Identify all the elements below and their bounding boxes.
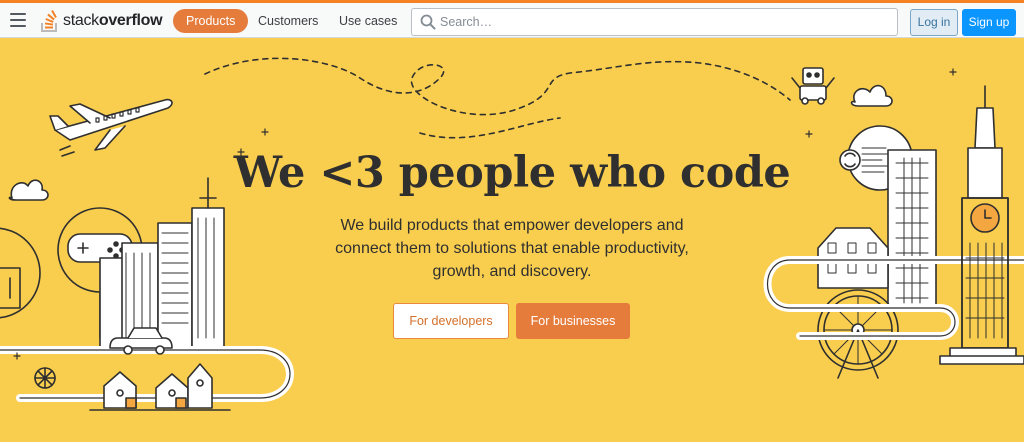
stackoverflow-logo[interactable]: stackoverflow <box>40 8 163 34</box>
nav-products[interactable]: Products <box>173 9 249 33</box>
dashed-flight-path-2 <box>419 117 561 139</box>
logo-wordmark: stackoverflow <box>63 12 163 30</box>
login-button[interactable]: Log in <box>910 9 958 36</box>
logo-bold: overflow <box>98 12 163 29</box>
for-developers-button[interactable]: For developers <box>393 303 509 339</box>
robot-icon <box>791 67 835 105</box>
nav-use-cases[interactable]: Use cases <box>327 9 409 33</box>
dashed-flight-path <box>204 57 791 116</box>
page-bottom-strip <box>0 442 1024 446</box>
hero-title: We <3 people who code <box>233 148 791 198</box>
search-box[interactable] <box>411 8 898 36</box>
search-input[interactable] <box>440 12 890 32</box>
hamburger-icon[interactable] <box>10 13 26 27</box>
hero-section: We <3 people who code We build products … <box>0 38 1024 442</box>
right-city-illustration <box>763 85 1024 379</box>
for-businesses-button[interactable]: For businesses <box>516 303 630 339</box>
hero-subtitle: We build products that empower developer… <box>335 217 689 280</box>
signup-button[interactable]: Sign up <box>962 9 1016 36</box>
cloud-icon <box>850 84 893 107</box>
logo-prefix: stack <box>63 12 99 29</box>
left-city-illustration <box>0 177 294 411</box>
top-navigation-bar: stackoverflow Products Customers Use cas… <box>0 0 1024 38</box>
nav-customers[interactable]: Customers <box>246 9 330 33</box>
stackoverflow-logo-icon <box>41 10 57 32</box>
search-icon <box>420 14 436 30</box>
